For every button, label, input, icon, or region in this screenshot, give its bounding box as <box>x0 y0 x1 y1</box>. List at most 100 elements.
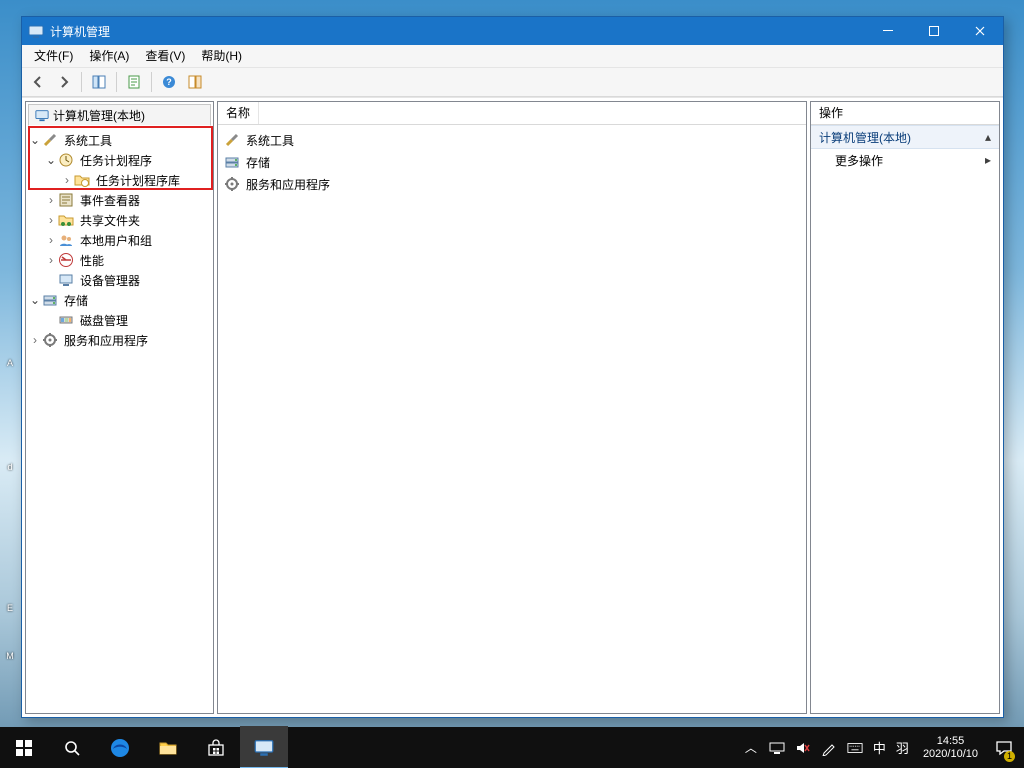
storage-icon <box>224 154 240 170</box>
chevron-right-icon[interactable]: › <box>49 194 53 206</box>
titlebar[interactable]: 计算机管理 <box>22 17 1003 45</box>
help-button[interactable]: ? <box>157 70 181 94</box>
toolbar: ? <box>22 68 1003 97</box>
system-tray[interactable]: ︿ 中 羽 <box>735 727 917 768</box>
tree-node-storage[interactable]: ⌄ 存储 <box>28 290 211 310</box>
tree-node-system-tools[interactable]: ⌄ 系统工具 <box>28 130 211 150</box>
tree-node-task-scheduler[interactable]: ⌄ 任务计划程序 <box>28 150 211 170</box>
device-manager-icon <box>58 272 74 288</box>
start-button[interactable] <box>0 727 48 768</box>
tree-label: 本地用户和组 <box>78 231 154 250</box>
result-list-pane: 名称 系统工具 存储 服务和应用程序 <box>217 101 807 714</box>
tree-label: 事件查看器 <box>78 191 142 210</box>
taskbar-computer-management[interactable] <box>240 726 288 768</box>
close-button[interactable] <box>957 17 1003 45</box>
list-item-system-tools[interactable]: 系统工具 <box>224 129 800 151</box>
tree-root-label: 计算机管理(本地) <box>53 107 145 124</box>
actions-item-more[interactable]: 更多操作 ▸ <box>811 149 999 171</box>
tree-node-task-scheduler-library[interactable]: › 任务计划程序库 <box>28 170 211 190</box>
tree-label: 共享文件夹 <box>78 211 142 230</box>
tree-label: 磁盘管理 <box>78 311 130 330</box>
list-item-label: 存储 <box>246 154 270 171</box>
menu-help[interactable]: 帮助(H) <box>193 45 250 67</box>
tray-volume-muted-icon[interactable] <box>795 740 811 756</box>
show-hide-action-pane-button[interactable] <box>183 70 207 94</box>
tree-node-event-viewer[interactable]: › 事件查看器 <box>28 190 211 210</box>
menu-view[interactable]: 查看(V) <box>137 45 193 67</box>
chevron-down-icon[interactable]: ⌄ <box>30 134 40 146</box>
menu-action[interactable]: 操作(A) <box>81 45 137 67</box>
users-icon <box>58 232 74 248</box>
list-column-header[interactable]: 名称 <box>218 102 806 125</box>
desktop: A d E M 计算机管理 文件(F) 操作(A) 查看(V) 帮助(H) <box>0 0 1024 768</box>
chevron-down-icon[interactable]: ⌄ <box>46 154 56 166</box>
desktop-icon-fragment: E <box>0 603 20 613</box>
show-hide-tree-button[interactable] <box>87 70 111 94</box>
clock-time: 14:55 <box>937 735 965 748</box>
tree-label: 存储 <box>62 291 90 310</box>
taskbar-edge[interactable] <box>96 727 144 768</box>
tree-label: 服务和应用程序 <box>62 331 150 350</box>
chevron-right-icon[interactable]: › <box>49 234 53 246</box>
chevron-up-icon[interactable]: ▴ <box>985 130 991 144</box>
console-tree[interactable]: ⌄ 系统工具 ⌄ 任务计划程序 › 任务计划程序库 <box>26 126 213 713</box>
disk-icon <box>58 312 74 328</box>
menu-file[interactable]: 文件(F) <box>26 45 81 67</box>
back-button[interactable] <box>26 70 50 94</box>
list-item-label: 服务和应用程序 <box>246 176 330 193</box>
search-button[interactable] <box>48 727 96 768</box>
ime-mode-indicator[interactable]: 羽 <box>896 740 909 756</box>
tools-icon <box>42 132 58 148</box>
tree-root-tab[interactable]: 计算机管理(本地) <box>28 104 211 126</box>
tree-node-local-users-groups[interactable]: › 本地用户和组 <box>28 230 211 250</box>
taskbar-file-explorer[interactable] <box>144 727 192 768</box>
ime-indicator[interactable]: 中 <box>873 740 886 756</box>
tray-pen-icon[interactable] <box>821 740 837 756</box>
forward-button[interactable] <box>52 70 76 94</box>
chevron-right-icon: ▸ <box>985 153 991 167</box>
tree-label: 系统工具 <box>62 131 114 150</box>
window-controls <box>865 17 1003 45</box>
app-icon <box>28 23 44 39</box>
minimize-button[interactable] <box>865 17 911 45</box>
tree-node-shared-folders[interactable]: › 共享文件夹 <box>28 210 211 230</box>
tree-node-performance[interactable]: › 性能 <box>28 250 211 270</box>
toolbar-separator <box>81 72 82 92</box>
tray-keyboard-icon[interactable] <box>847 740 863 756</box>
chevron-right-icon[interactable]: › <box>49 254 53 266</box>
performance-icon <box>58 252 74 268</box>
result-list[interactable]: 系统工具 存储 服务和应用程序 <box>218 125 806 199</box>
svg-text:?: ? <box>166 77 172 87</box>
tree-node-device-manager[interactable]: 设备管理器 <box>28 270 211 290</box>
action-center-button[interactable]: 1 <box>984 727 1024 768</box>
clock-date: 2020/10/10 <box>923 748 978 761</box>
desktop-icon-fragment: M <box>0 651 20 661</box>
console-tree-pane: 计算机管理(本地) ⌄ 系统工具 ⌄ 任务计划程序 <box>25 101 214 714</box>
list-item-services-apps[interactable]: 服务和应用程序 <box>224 173 800 195</box>
taskbar[interactable]: ︿ 中 羽 14:55 2020/10/10 1 <box>0 727 1024 768</box>
taskbar-store[interactable] <box>192 727 240 768</box>
notification-badge: 1 <box>1004 751 1015 762</box>
tray-overflow-icon[interactable]: ︿ <box>743 740 759 756</box>
chevron-down-icon[interactable]: ⌄ <box>30 294 40 306</box>
tools-icon <box>224 132 240 148</box>
actions-section-label: 计算机管理(本地) <box>819 129 911 146</box>
menu-bar: 文件(F) 操作(A) 查看(V) 帮助(H) <box>22 45 1003 68</box>
chevron-right-icon[interactable]: › <box>65 174 69 186</box>
tree-node-disk-management[interactable]: 磁盘管理 <box>28 310 211 330</box>
chevron-right-icon[interactable]: › <box>49 214 53 226</box>
maximize-button[interactable] <box>911 17 957 45</box>
chevron-right-icon[interactable]: › <box>33 334 37 346</box>
actions-item-label: 更多操作 <box>835 152 883 169</box>
properties-button[interactable] <box>122 70 146 94</box>
list-item-storage[interactable]: 存储 <box>224 151 800 173</box>
actions-section-heading[interactable]: 计算机管理(本地) ▴ <box>811 125 999 149</box>
tree-node-services-apps[interactable]: › 服务和应用程序 <box>28 330 211 350</box>
tray-display-icon[interactable] <box>769 740 785 756</box>
client-area: 计算机管理(本地) ⌄ 系统工具 ⌄ 任务计划程序 <box>22 97 1003 717</box>
toolbar-separator <box>151 72 152 92</box>
services-icon <box>42 332 58 348</box>
tree-label: 性能 <box>78 251 106 270</box>
column-name[interactable]: 名称 <box>218 102 259 124</box>
taskbar-clock[interactable]: 14:55 2020/10/10 <box>917 735 984 761</box>
